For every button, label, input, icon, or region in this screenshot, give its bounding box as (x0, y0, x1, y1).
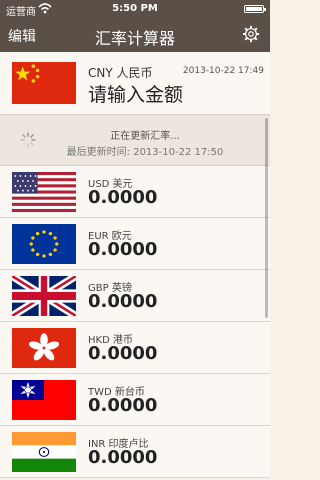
update-banner: 正在更新汇率... 最后更新时间: 2013-10-22 17:50 (0, 115, 270, 166)
currency-value: 0.0000 (88, 291, 158, 312)
currency-value: 0.0000 (88, 447, 158, 468)
eu-flag-icon (12, 224, 76, 264)
uk-flag-icon (12, 276, 76, 316)
china-flag-icon (12, 62, 76, 104)
currency-row-eur[interactable]: EUR 欧元 0.0000 (0, 218, 270, 270)
currency-value: 0.0000 (88, 239, 158, 260)
currency-row-hkd[interactable]: HKD 港币 0.0000 (0, 322, 270, 374)
currency-list: USD 美元 0.0000 EUR 欧元 0.0000 GBP 英镑 0.000… (0, 166, 270, 478)
page-title: 汇率计算器 (94, 29, 175, 48)
base-timestamp: 2013-10-22 17:49 (182, 66, 264, 76)
amount-input[interactable]: 请输入金额 (88, 80, 183, 107)
hong-kong-flag-icon (12, 328, 76, 368)
base-currency-code: CNY 人民币 (88, 66, 153, 80)
taiwan-flag-icon (12, 380, 76, 420)
currency-row-gbp[interactable]: GBP 英镑 0.0000 (0, 270, 270, 322)
currency-row-inr[interactable]: INR 印度卢比 0.0000 (0, 426, 270, 478)
currency-row-usd[interactable]: USD 美元 0.0000 (0, 166, 270, 218)
currency-value: 0.0000 (88, 395, 158, 416)
base-currency-row[interactable]: CNY 人民币 2013-10-22 17:49 请输入金额 (0, 52, 270, 115)
updating-status-text: 正在更新汇率... (110, 131, 180, 142)
currency-row-twd[interactable]: TWD 新台币 0.0000 (0, 374, 270, 426)
usa-flag-icon (12, 172, 76, 212)
battery-icon (244, 5, 266, 13)
status-bar: 运营商 5:50 PM (0, 0, 270, 18)
last-update-text: 最后更新时间: 2013-10-22 17:50 (66, 147, 224, 158)
nav-bar: 编辑 汇率计算器 (0, 18, 270, 52)
scrollbar[interactable] (265, 118, 268, 318)
currency-value: 0.0000 (88, 343, 158, 364)
status-time: 5:50 PM (112, 3, 158, 14)
india-flag-icon (12, 432, 76, 472)
gear-icon[interactable] (242, 25, 260, 43)
currency-value: 0.0000 (88, 187, 158, 208)
